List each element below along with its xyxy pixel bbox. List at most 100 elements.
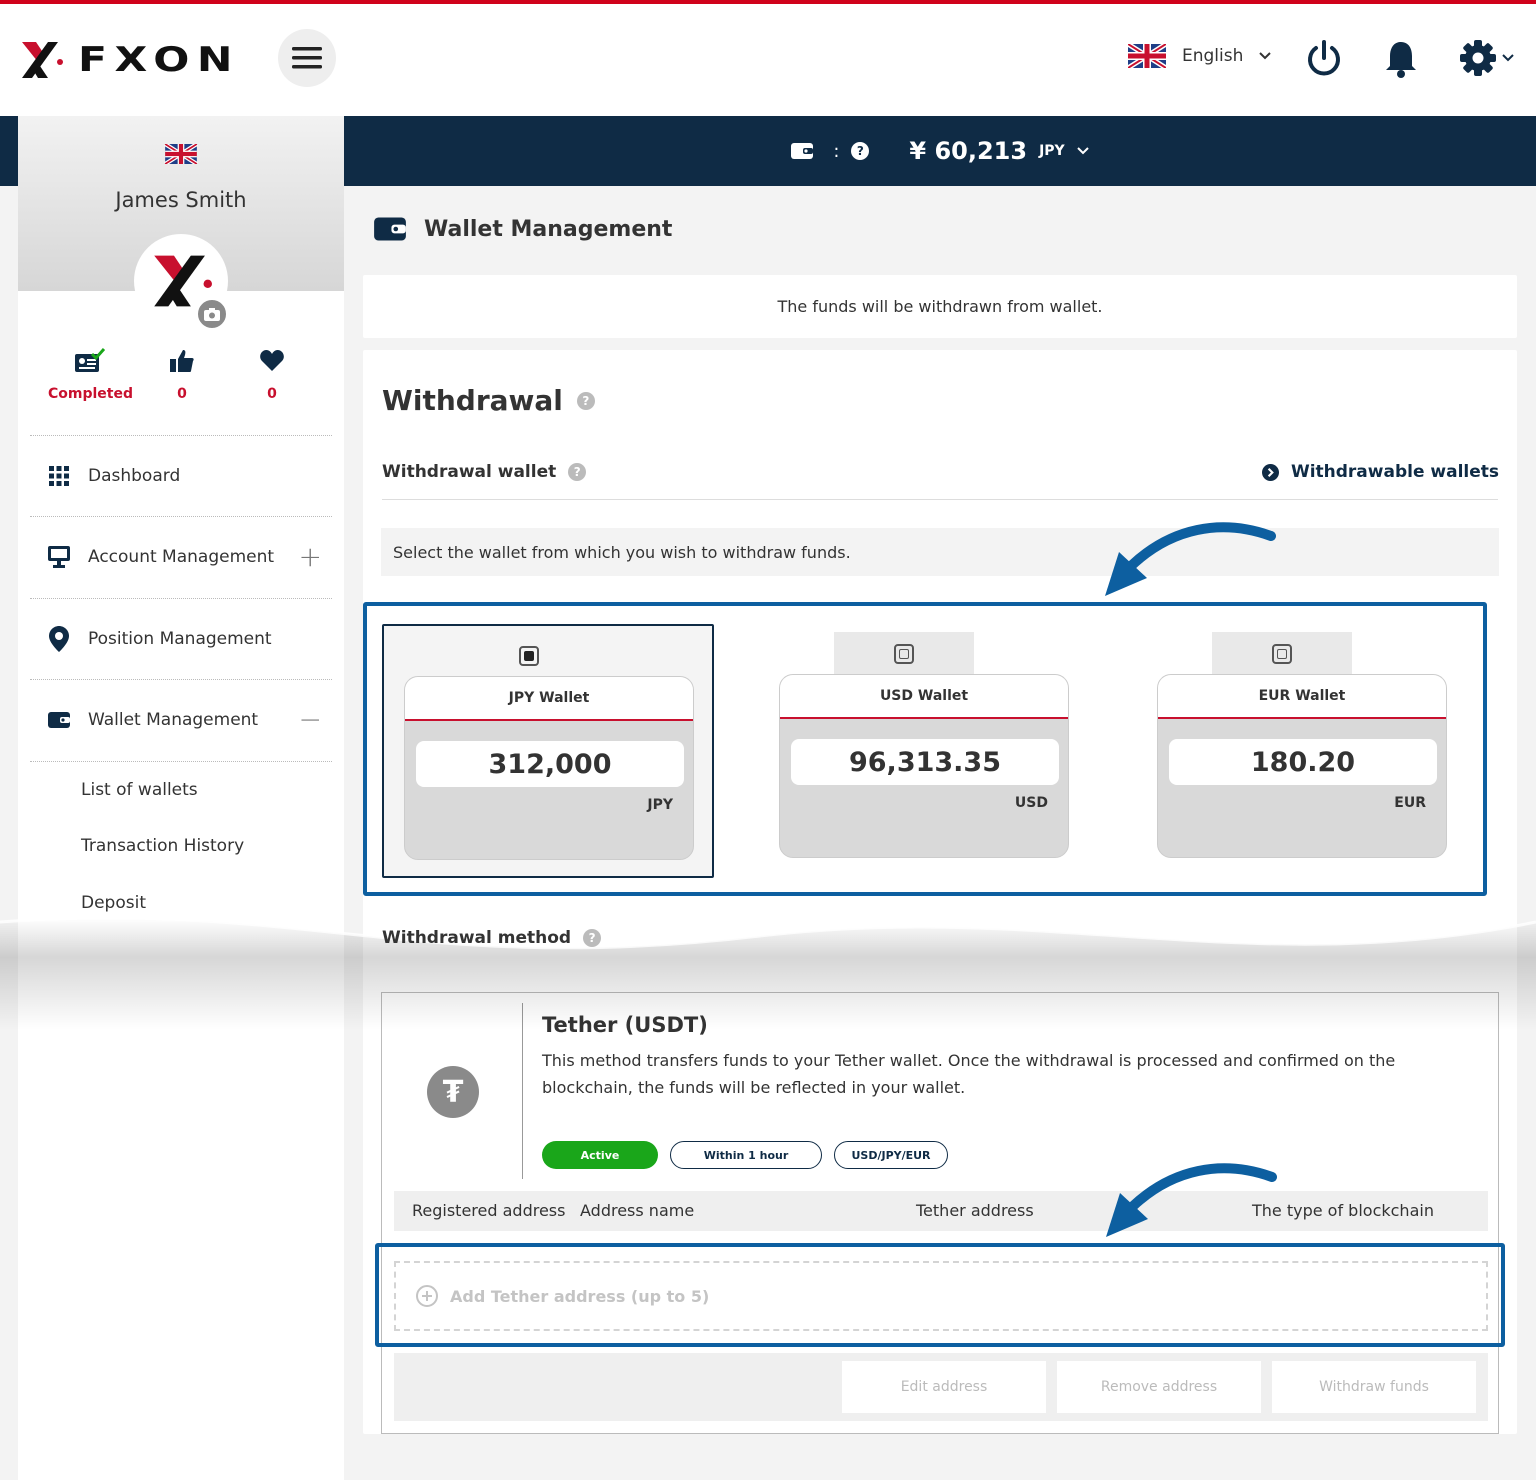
navbar-left-strip bbox=[0, 116, 18, 186]
wallet-instruction: Select the wallet from which you wish to… bbox=[381, 528, 1499, 576]
header: FXON English bbox=[0, 4, 1536, 116]
camera-icon bbox=[204, 308, 220, 321]
sidebar-item-label: Wallet Management bbox=[88, 710, 258, 730]
withdrawal-heading: Withdrawal ? bbox=[382, 384, 595, 417]
help-icon[interactable]: ? bbox=[577, 392, 595, 410]
collapse-minus-icon[interactable]: − bbox=[299, 703, 322, 736]
sidebar-item-label: Position Management bbox=[88, 629, 272, 649]
menu-toggle-button[interactable] bbox=[278, 29, 336, 87]
balance-amount: ¥ 60,213 bbox=[909, 137, 1027, 165]
monitor-icon bbox=[48, 546, 70, 568]
wallet-checkbox-tab bbox=[459, 634, 599, 678]
withdraw-notice: The funds will be withdrawn from wallet. bbox=[363, 275, 1517, 338]
fxon-mark-icon bbox=[18, 38, 64, 82]
sidebar-item-wallet-management[interactable]: Wallet Management − bbox=[30, 679, 332, 759]
hamburger-icon bbox=[292, 46, 322, 70]
brand-logo[interactable]: FXON bbox=[18, 38, 208, 82]
wallet-card-eur[interactable]: EUR Wallet 180.20 EUR bbox=[1137, 624, 1469, 878]
currency-badge: USD/JPY/EUR bbox=[834, 1141, 948, 1169]
wallet-icon bbox=[374, 216, 406, 242]
status-badge: Active bbox=[542, 1141, 658, 1169]
favorites-count: 0 bbox=[252, 386, 292, 402]
method-description: This method transfers funds to your Teth… bbox=[542, 1047, 1442, 1101]
uk-flag-icon bbox=[164, 144, 198, 164]
column-header: Tether address bbox=[916, 1201, 1034, 1220]
tether-icon: ₮ bbox=[427, 1066, 479, 1118]
sidebar-subitem-transaction-history[interactable]: Transaction History bbox=[81, 836, 244, 856]
wallet-card-jpy[interactable]: JPY Wallet 312,000 JPY bbox=[382, 624, 714, 878]
column-header: Registered address bbox=[412, 1201, 565, 1220]
address-table-header: Registered address Address name Tether a… bbox=[394, 1191, 1488, 1231]
remove-address-button[interactable]: Remove address bbox=[1057, 1361, 1261, 1413]
grid-icon bbox=[49, 466, 69, 486]
help-icon[interactable]: ? bbox=[851, 142, 869, 160]
wallet-checkbox-tab bbox=[834, 632, 974, 676]
wallet-checkbox[interactable] bbox=[894, 644, 914, 664]
power-icon[interactable] bbox=[1306, 40, 1342, 78]
wallet-icon bbox=[791, 142, 813, 160]
likes-count: 0 bbox=[162, 386, 202, 402]
chevron-down-icon bbox=[1502, 54, 1514, 62]
wallet-icon bbox=[48, 711, 70, 729]
bell-icon[interactable] bbox=[1384, 40, 1418, 78]
user-name: James Smith bbox=[18, 188, 344, 212]
withdrawable-wallets-link[interactable]: Withdrawable wallets bbox=[1262, 462, 1499, 482]
balance-separator: : bbox=[833, 141, 839, 162]
wallet-name: EUR Wallet bbox=[1158, 675, 1446, 719]
help-icon[interactable]: ? bbox=[583, 929, 601, 947]
wallet-amount: 180.20 bbox=[1169, 739, 1437, 785]
camera-upload-button[interactable] bbox=[196, 298, 228, 330]
uk-flag-icon bbox=[1128, 44, 1166, 68]
wallet-card-usd[interactable]: USD Wallet 96,313.35 USD bbox=[759, 624, 1091, 878]
divider bbox=[30, 761, 332, 762]
wallet-amount: 96,313.35 bbox=[791, 739, 1059, 785]
chevron-right-circle-icon bbox=[1262, 464, 1279, 481]
language-label: English bbox=[1182, 46, 1243, 66]
wave-overlay bbox=[0, 900, 1536, 1030]
wallet-box: JPY Wallet 312,000 JPY bbox=[404, 676, 694, 860]
withdrawal-method-card: ₮ Tether (USDT) This method transfers fu… bbox=[381, 992, 1499, 1434]
withdrawable-wallets-label: Withdrawable wallets bbox=[1291, 462, 1499, 482]
divider bbox=[382, 499, 1498, 500]
likes-stat[interactable]: 0 bbox=[162, 348, 202, 402]
page-title: Wallet Management bbox=[424, 217, 672, 242]
wallet-checkbox[interactable] bbox=[519, 646, 539, 666]
balance-currency: JPY bbox=[1039, 143, 1065, 159]
sidebar-item-dashboard[interactable]: Dashboard bbox=[30, 435, 332, 515]
wallet-currency: JPY bbox=[647, 797, 673, 813]
withdraw-funds-button[interactable]: Withdraw funds bbox=[1272, 1361, 1476, 1413]
sidebar-item-position-management[interactable]: Position Management bbox=[30, 598, 332, 678]
wallet-box: USD Wallet 96,313.35 USD bbox=[779, 674, 1069, 858]
wallet-currency: USD bbox=[1015, 795, 1048, 811]
chevron-down-icon[interactable] bbox=[1077, 147, 1089, 155]
chevron-down-icon bbox=[1259, 52, 1271, 60]
callout-arrow-icon bbox=[1102, 1163, 1282, 1243]
wallet-amount: 312,000 bbox=[416, 741, 684, 787]
help-icon[interactable]: ? bbox=[568, 463, 586, 481]
wallet-checkbox-tab bbox=[1212, 632, 1352, 676]
sidebar-item-account-management[interactable]: Account Management + bbox=[30, 516, 332, 596]
brand-name: FXON bbox=[78, 40, 240, 80]
favorites-stat[interactable]: 0 bbox=[252, 348, 292, 402]
withdrawal-wallet-heading: Withdrawal wallet ? bbox=[382, 462, 586, 482]
callout-arrow-icon bbox=[1101, 522, 1281, 602]
settings-menu[interactable] bbox=[1460, 40, 1514, 76]
expand-plus-icon[interactable]: + bbox=[299, 540, 322, 573]
wallet-box: EUR Wallet 180.20 EUR bbox=[1157, 674, 1447, 858]
map-pin-icon bbox=[49, 626, 69, 652]
heart-icon bbox=[259, 348, 285, 374]
language-selector[interactable]: English bbox=[1128, 44, 1271, 68]
main-content: Wallet Management The funds will be with… bbox=[344, 186, 1536, 1480]
edit-address-button[interactable]: Edit address bbox=[842, 1361, 1046, 1413]
wallet-checkbox[interactable] bbox=[1272, 644, 1292, 664]
kyc-status[interactable]: Completed bbox=[48, 348, 132, 402]
withdrawal-method-heading-text: Withdrawal method bbox=[382, 928, 571, 948]
sidebar-item-label: Dashboard bbox=[88, 466, 180, 486]
processing-time-badge: Within 1 hour bbox=[670, 1141, 822, 1169]
wallet-name: JPY Wallet bbox=[405, 677, 693, 721]
sidebar-subitem-list-of-wallets[interactable]: List of wallets bbox=[81, 780, 198, 800]
sidebar: James Smith Completed bbox=[18, 116, 344, 1480]
thumbs-up-icon bbox=[169, 348, 195, 374]
withdrawal-panel: Withdrawal ? Withdrawal wallet ? Withdra… bbox=[363, 350, 1517, 1434]
sidebar-item-label: Account Management bbox=[88, 547, 274, 567]
